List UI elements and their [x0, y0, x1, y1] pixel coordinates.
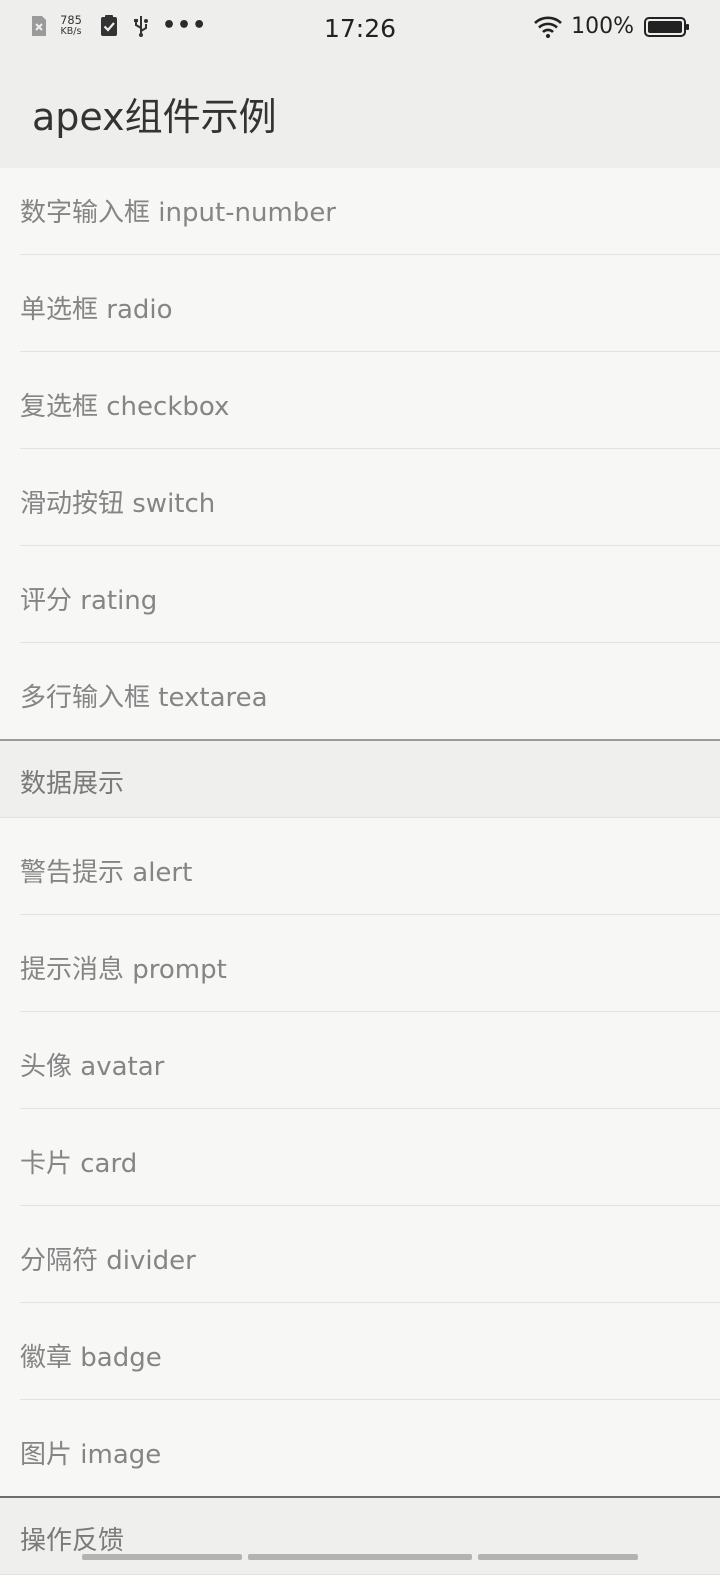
peek-bar	[82, 1554, 242, 1560]
list-item-label: 图片 image	[20, 1440, 162, 1470]
list-item-input-number[interactable]: 数字输入框 input-number	[20, 168, 720, 255]
list-item-label: 卡片 card	[20, 1149, 138, 1179]
list-item-card[interactable]: 卡片 card	[20, 1109, 720, 1206]
list-item-textarea[interactable]: 多行输入框 textarea	[20, 643, 720, 739]
list-item-prompt[interactable]: 提示消息 prompt	[20, 915, 720, 1012]
list-item-label: 复选框 checkbox	[20, 392, 230, 422]
section-header-data-display: 数据展示	[0, 739, 720, 818]
list-item-alert[interactable]: 警告提示 alert	[20, 818, 720, 915]
list-item-checkbox[interactable]: 复选框 checkbox	[20, 352, 720, 449]
list-item-label: 数字输入框 input-number	[20, 198, 336, 228]
list-item-label: 多行输入框 textarea	[20, 683, 268, 713]
list-item-label: 提示消息 prompt	[20, 955, 227, 985]
peek-bar	[248, 1554, 472, 1560]
list-item-label: 头像 avatar	[20, 1052, 165, 1082]
list-item-badge[interactable]: 徽章 badge	[20, 1303, 720, 1400]
list-item-rating[interactable]: 评分 rating	[20, 546, 720, 643]
status-bar: 785 KB/s ••• 17:26 100%	[0, 0, 720, 58]
list-item-label: 警告提示 alert	[20, 858, 193, 888]
component-list: 数字输入框 input-number 单选框 radio 复选框 checkbo…	[0, 168, 720, 1575]
section-title: 操作反馈	[20, 1526, 125, 1556]
status-right: 100%	[533, 14, 690, 39]
page-title: apex组件示例	[32, 95, 277, 139]
list-item-radio[interactable]: 单选框 radio	[20, 255, 720, 352]
list-item-label: 评分 rating	[20, 586, 158, 616]
list-item-avatar[interactable]: 头像 avatar	[20, 1012, 720, 1109]
list-item-label: 分隔符 divider	[20, 1246, 196, 1276]
battery-icon	[644, 16, 689, 37]
battery-percent: 100%	[571, 14, 634, 39]
peek-bar	[478, 1554, 638, 1560]
wifi-icon	[534, 16, 562, 38]
list-item-image[interactable]: 图片 image	[20, 1400, 720, 1496]
list-item-label: 徽章 badge	[20, 1343, 162, 1373]
app-bar: apex组件示例	[0, 58, 720, 168]
section-header-feedback: 操作反馈	[0, 1496, 720, 1575]
list-item-label: 单选框 radio	[20, 295, 173, 325]
section-title: 数据展示	[20, 769, 125, 799]
list-item-switch[interactable]: 滑动按钮 switch	[20, 449, 720, 546]
list-item-divider[interactable]: 分隔符 divider	[20, 1206, 720, 1303]
next-items-peek	[0, 1554, 720, 1560]
list-item-label: 滑动按钮 switch	[20, 489, 216, 519]
